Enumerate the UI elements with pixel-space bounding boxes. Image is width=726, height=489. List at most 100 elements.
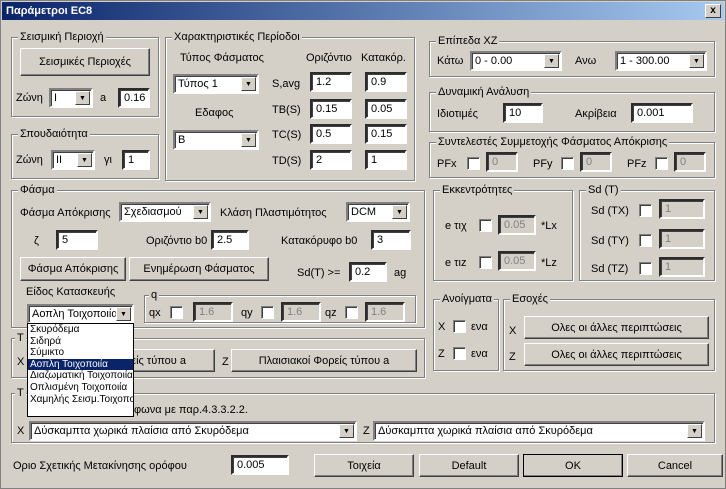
openings-x-checkbox[interactable] [453, 320, 466, 333]
structure-type-label: Είδος Κατασκευής [26, 286, 116, 298]
ductility-select[interactable]: DCM ▼ [346, 202, 410, 222]
close-icon[interactable]: x [705, 4, 721, 18]
sd-tz-checkbox[interactable] [639, 262, 652, 275]
savg-horizontal-input[interactable]: 1.2 [310, 72, 352, 92]
tb-label: TB(S) [272, 104, 301, 116]
chevron-down-icon[interactable]: ▼ [241, 133, 256, 147]
qy-input[interactable]: 1.6 [281, 302, 321, 322]
pfx-input[interactable]: 0 [486, 152, 518, 172]
system-x-select[interactable]: Δύσκαμπτα χωρικά πλαίσια από Σκυρόδεμα ▼ [29, 421, 357, 441]
recesses-x-button[interactable]: Ολες οι άλλες περιπτώσεις [524, 316, 709, 339]
chevron-down-icon[interactable]: ▼ [77, 153, 92, 167]
tc-vertical-input[interactable]: 0.15 [365, 124, 407, 144]
pfz-input[interactable]: 0 [674, 152, 706, 172]
pfz-checkbox[interactable] [655, 157, 668, 170]
pfz-label: PFz [627, 158, 647, 170]
vertical-column-header: Κατακόρ. [361, 52, 406, 64]
etx-checkbox[interactable] [479, 219, 492, 232]
sd-threshold-input[interactable]: 0.2 [349, 262, 387, 282]
sd-tx-checkbox[interactable] [639, 204, 652, 217]
response-spectrum-select[interactable]: Σχεδιασμού ▼ [119, 202, 211, 222]
ec8-parameters-dialog: Παράμετροι EC8 x Σεισμική Περιοχή Σεισμι… [0, 0, 726, 489]
accuracy-input[interactable]: 0.001 [631, 103, 693, 123]
sd-unit-label: ag [394, 267, 407, 279]
qz-label: qz [325, 307, 337, 319]
savg-vertical-input[interactable]: 0.9 [365, 72, 407, 92]
xz-levels-title: Επίπεδα XZ [436, 35, 500, 47]
importance-title: Σπουδαιότητα [18, 128, 90, 140]
sd-ty-input[interactable]: 1 [659, 229, 705, 249]
upper-level-select[interactable]: 1 - 300.00 ▼ [615, 51, 707, 71]
structure-option[interactable]: Σιδηρά [28, 336, 133, 348]
ok-button[interactable]: OK [523, 454, 623, 477]
pfy-input[interactable]: 0 [580, 152, 612, 172]
seismic-zone-select[interactable]: I ▼ [49, 88, 93, 108]
sd-tx-input[interactable]: 1 [659, 199, 705, 219]
td-horizontal-input[interactable]: 2 [310, 150, 352, 170]
importance-zone-value: II [56, 154, 63, 166]
qz-checkbox[interactable] [345, 306, 358, 319]
chevron-down-icon[interactable]: ▼ [116, 307, 131, 321]
sd-tx-label: Sd (TX) [591, 205, 629, 217]
update-spectrum-button[interactable]: Ενημέρωση Φάσματος [129, 257, 269, 281]
response-spectrum-button[interactable]: Φάσμα Απόκρισης [20, 257, 126, 281]
qy-checkbox[interactable] [261, 306, 274, 319]
spectrum-type-select[interactable]: Τύπος 1 ▼ [173, 74, 259, 94]
structure-type-value: Αοπλη Τοιχοποιία [32, 308, 118, 320]
modes-input[interactable]: 10 [503, 103, 543, 123]
tc-label: TC(S) [272, 129, 302, 141]
chevron-down-icon[interactable]: ▼ [392, 205, 407, 219]
etz-label: e τιz [445, 257, 467, 269]
chevron-down-icon[interactable]: ▼ [687, 424, 702, 438]
chevron-down-icon[interactable]: ▼ [241, 77, 256, 91]
savg-label: S,avg [272, 78, 301, 90]
tc-horizontal-input[interactable]: 0.5 [310, 124, 352, 144]
chevron-down-icon[interactable]: ▼ [193, 205, 208, 219]
chevron-down-icon[interactable]: ▼ [75, 91, 90, 105]
seismic-zone-value: I [54, 92, 58, 104]
sd-ty-checkbox[interactable] [639, 234, 652, 247]
chevron-down-icon[interactable]: ▼ [339, 424, 354, 438]
modes-label: Ιδιοτιμές [437, 108, 478, 120]
cancel-button[interactable]: Cancel [627, 454, 723, 477]
openings-group: Ανοίγματα [433, 293, 499, 371]
tb-vertical-input[interactable]: 0.05 [365, 99, 407, 119]
vertical-b0-input[interactable]: 3 [371, 230, 411, 250]
openings-z-checkbox[interactable] [453, 347, 466, 360]
a-input[interactable]: 0.16 [118, 88, 150, 108]
pfx-checkbox[interactable] [467, 157, 480, 170]
etz-input[interactable]: 0.05 [498, 251, 536, 271]
frame-z-button[interactable]: Πλαισιακοί Φορείς τύπου a [231, 349, 417, 372]
sd-tz-input[interactable]: 1 [659, 257, 705, 277]
qz-input[interactable]: 1.6 [365, 302, 405, 322]
importance-zone-select[interactable]: II ▼ [51, 150, 95, 170]
structure-option[interactable]: Σκυρόδεμα [28, 324, 133, 336]
tb-horizontal-input[interactable]: 0.15 [310, 99, 352, 119]
etz-checkbox[interactable] [479, 256, 492, 269]
zeta-input[interactable]: 5 [56, 230, 98, 250]
chevron-down-icon[interactable]: ▼ [544, 54, 559, 68]
structure-option[interactable]: Οπλισμένη Τοιχοποιία [28, 382, 133, 394]
horizontal-b0-input[interactable]: 2.5 [211, 230, 249, 250]
etx-input[interactable]: 0.05 [498, 215, 536, 235]
recesses-z-button[interactable]: Ολες οι άλλες περιπτώσεις [524, 343, 709, 366]
qx-checkbox[interactable] [170, 306, 183, 319]
td-vertical-input[interactable]: 1 [365, 150, 407, 170]
structure-type-select[interactable]: Αοπλη Τοιχοποιία ▼ [27, 304, 134, 324]
lower-level-select[interactable]: 0 - 0.00 ▼ [470, 51, 562, 71]
pfy-checkbox[interactable] [561, 157, 574, 170]
frame-x-label: X [17, 356, 25, 368]
seismic-regions-button[interactable]: Σεισμικές Περιοχές [20, 48, 150, 76]
soil-select[interactable]: B ▼ [173, 130, 259, 150]
structure-option[interactable]: Διαζωματική Τοιχοποιία [28, 370, 133, 382]
gamma-input[interactable]: 1 [122, 150, 150, 170]
structure-option[interactable]: Χαμηλής Σεισμ.Τοιχοποιία [28, 394, 133, 406]
structure-option-selected[interactable]: Αοπλη Τοιχοποιία [28, 358, 133, 371]
structure-option[interactable]: Σύμικτο [28, 347, 133, 359]
drift-limit-input[interactable]: 0.005 [231, 455, 289, 475]
system-z-select[interactable]: Δύσκαμπτα χωρικά πλαίσια από Σκυρόδεμα ▼ [373, 421, 705, 441]
walls-button[interactable]: Τοιχεία [314, 454, 414, 477]
qx-input[interactable]: 1.6 [193, 302, 233, 322]
chevron-down-icon[interactable]: ▼ [689, 54, 704, 68]
default-button[interactable]: Default [419, 454, 519, 477]
